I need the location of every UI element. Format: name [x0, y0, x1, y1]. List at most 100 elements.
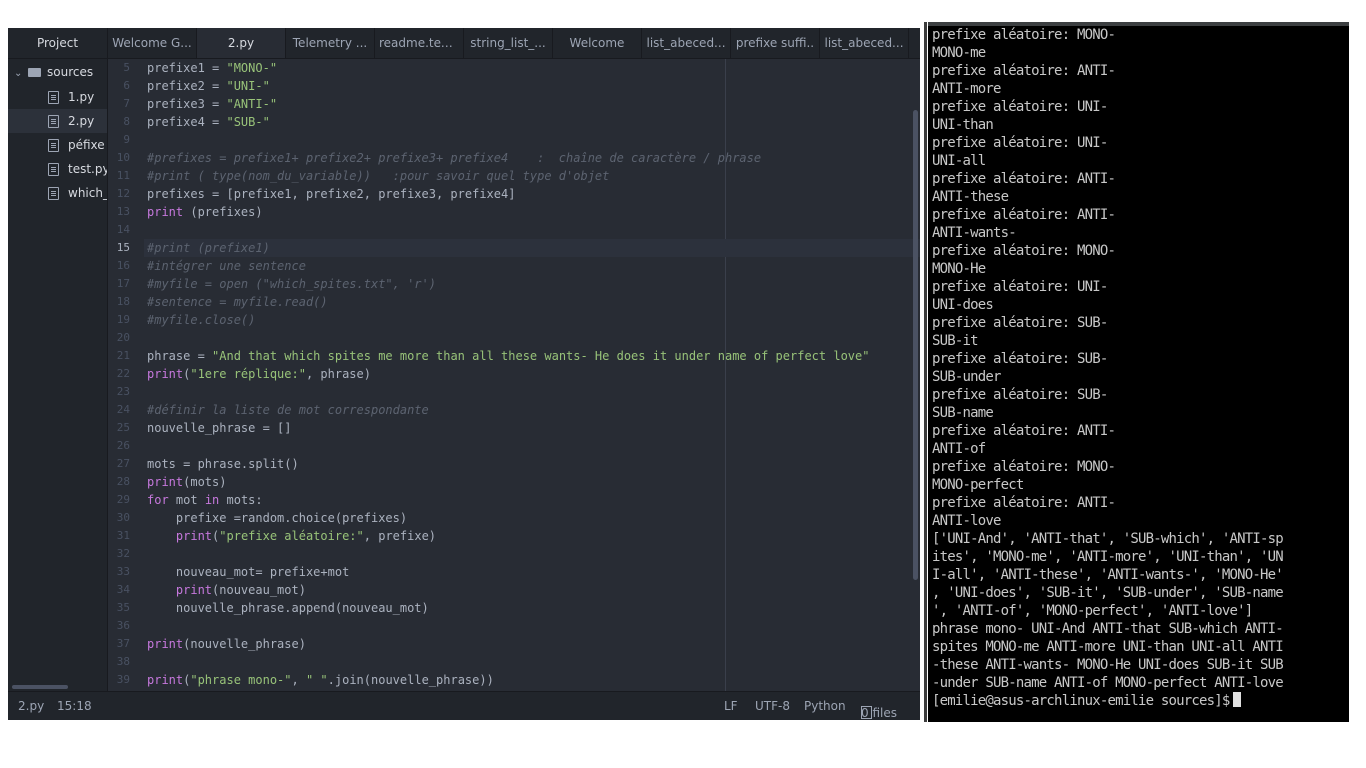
tree-file-item[interactable]: which_s	[8, 181, 107, 205]
tab-3[interactable]: readme.tex...	[375, 28, 464, 58]
terminal-line: prefixe aléatoire: UNI-	[932, 135, 1108, 151]
terminal-line: phrase mono- UNI-And ANTI-that SUB-which…	[932, 621, 1284, 637]
code-token: prefixe4 =	[147, 115, 227, 129]
terminal-prompt: [emilie@asus-archlinux-emilie sources]$	[932, 693, 1230, 709]
code-line: phrase = "And that which spites me more …	[144, 347, 920, 365]
file-icon	[48, 115, 59, 128]
line-number: 10	[116, 151, 130, 164]
code-token: #myfile = open ("which_spites.txt", 'r')	[147, 277, 436, 291]
terminal-line: ', 'ANTI-of', 'MONO-perfect', 'ANTI-love…	[932, 603, 1253, 619]
project-panel-tab[interactable]: Project	[8, 28, 108, 58]
tab-4[interactable]: string_list_...	[464, 28, 553, 58]
code-line: #intégrer une sentence	[144, 257, 920, 275]
line-number: 28	[116, 475, 130, 488]
code-line: mots = phrase.split()	[144, 455, 920, 473]
terminal-line: , 'UNI-does', 'SUB-it', 'SUB-under', 'SU…	[932, 585, 1284, 601]
code-line: print(nouvelle_phrase)	[144, 635, 920, 653]
code-token: " "	[305, 673, 328, 687]
line-number: 38	[116, 655, 130, 668]
status-cursor-position[interactable]: 15:18	[57, 699, 92, 713]
tab-1[interactable]: 2.py	[197, 28, 286, 58]
tree-file-label: 2.py	[68, 114, 95, 128]
line-number: 6	[123, 79, 130, 92]
status-file-name[interactable]: 2.py	[18, 699, 44, 713]
status-grammar[interactable]: Python	[804, 699, 846, 713]
code-token: nouvelle_phrase = []	[147, 421, 292, 435]
terminal-line: UNI-does	[932, 297, 994, 313]
terminal-line: MONO-perfect	[932, 477, 1024, 493]
tree-file-list: 1.py 2.py péfixe s test.py which_s	[8, 85, 107, 205]
code-token: #sentence = myfile.read()	[147, 295, 328, 309]
code-line: prefixe4 = "SUB-"	[144, 113, 920, 131]
terminal-line: UNI-than	[932, 117, 994, 133]
atom-editor-window: Project Welcome G... 2.py Telemetry ... rea…	[8, 28, 920, 720]
vertical-scrollbar[interactable]	[913, 110, 918, 580]
tab-2[interactable]: Telemetry ...	[286, 28, 375, 58]
tab-0[interactable]: Welcome G...	[108, 28, 197, 58]
code-token: , prefixe)	[363, 529, 437, 543]
tab-7[interactable]: prefixe suffi..	[731, 28, 820, 58]
terminal-line: ANTI-these	[932, 189, 1009, 205]
code-token: (nouvelle_phrase)	[183, 637, 306, 651]
terminal-output: prefixe aléatoire: MONO- MONO-me prefixe a…	[928, 26, 1349, 692]
line-number: 22	[116, 367, 130, 380]
tree-file-item[interactable]: 1.py	[8, 85, 107, 109]
tree-file-item[interactable]: péfixe s	[8, 133, 107, 157]
code-token: print	[147, 637, 184, 651]
line-number: 23	[116, 385, 130, 398]
horizontal-scrollbar[interactable]	[12, 685, 68, 689]
status-bar: 2.py 15:18 LF UTF-8 Python 0 files	[8, 691, 920, 720]
tree-folder-sources[interactable]: ⌄ sources	[8, 59, 107, 85]
line-number: 17	[116, 277, 130, 290]
tree-file-item[interactable]: test.py	[8, 157, 107, 181]
line-number: 35	[116, 601, 130, 614]
line-number: 15	[116, 241, 130, 254]
tree-file-item[interactable]: 2.py	[8, 109, 107, 133]
code-editor[interactable]: prefixe1 = "MONO-" prefixe2 = "UNI-" prefi…	[144, 59, 920, 691]
code-token: prefixe =random.choice(prefixes)	[147, 511, 408, 525]
line-number-gutter: 5 6 7 8 9 10 11 12 13 14 15 16 17 18 19 20 21 22 23 24 25 26 2…	[108, 59, 144, 691]
line-number: 25	[116, 421, 130, 434]
code-line: #sentence = myfile.read()	[144, 293, 920, 311]
code-token: print	[175, 583, 213, 597]
tab-5[interactable]: Welcome	[553, 28, 642, 58]
line-number: 20	[116, 331, 130, 344]
status-line-ending[interactable]: LF	[724, 699, 738, 713]
line-number: 26	[116, 439, 130, 452]
line-number: 16	[116, 259, 130, 272]
code-token: #définir la liste de mot correspondante	[147, 403, 429, 417]
code-token: , phrase)	[305, 367, 371, 381]
terminal-line: prefixe aléatoire: SUB-	[932, 387, 1108, 403]
status-encoding[interactable]: UTF-8	[755, 699, 790, 713]
code-line: print("1ere réplique:", phrase)	[144, 365, 920, 383]
code-token: .join(nouvelle_phrase))	[327, 673, 494, 687]
folder-icon	[28, 68, 41, 77]
line-number: 39	[116, 673, 130, 686]
terminal-line: ANTI-love	[932, 513, 1001, 529]
terminal-line: UNI-all	[932, 153, 986, 169]
terminal-line: -these ANTI-wants- MONO-He UNI-does SUB-…	[932, 657, 1284, 673]
code-token: "phrase mono-"	[190, 673, 292, 687]
code-line: for mot in mots:	[144, 491, 920, 509]
code-line: prefixe2 = "UNI-"	[144, 77, 920, 95]
terminal-line: prefixe aléatoire: SUB-	[932, 351, 1108, 367]
line-number: 13	[116, 205, 130, 218]
tree-file-label: test.py	[68, 162, 108, 176]
status-files-label: 0 files	[861, 706, 897, 720]
tab-6[interactable]: list_abeced...	[642, 28, 731, 58]
line-number: 11	[116, 169, 130, 182]
terminal-prompt-line[interactable]: [emilie@asus-archlinux-emilie sources]$	[928, 692, 1349, 710]
code-token: "1ere réplique:"	[190, 367, 306, 381]
code-token: (mots)	[183, 475, 227, 489]
terminal-line: prefixe aléatoire: MONO-	[932, 243, 1116, 259]
code-token: in	[204, 493, 220, 507]
tab-8[interactable]: list_abeced...	[820, 28, 909, 58]
terminal-window[interactable]: prefixe aléatoire: MONO- MONO-me prefixe a…	[928, 22, 1349, 722]
code-line: nouveau_mot= prefixe+mot	[144, 563, 920, 581]
code-token: #myfile.close()	[147, 313, 256, 327]
